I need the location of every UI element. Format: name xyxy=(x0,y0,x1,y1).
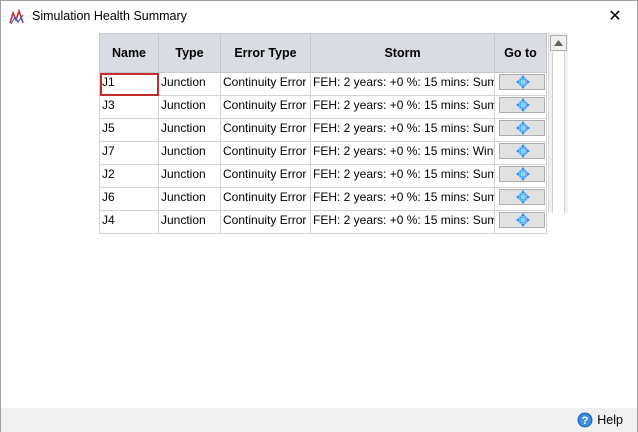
cell-storm[interactable]: FEH: 2 years: +0 %: 15 mins: Summer xyxy=(310,118,495,142)
cell-error-type[interactable]: Continuity Error xyxy=(220,187,311,211)
table-row[interactable]: J6 Junction Continuity Error FEH: 2 years: … xyxy=(99,187,547,211)
cell-storm[interactable]: FEH: 2 years: +0 %: 15 mins: Summer xyxy=(310,72,495,96)
cell-type[interactable]: Junction xyxy=(158,141,221,165)
close-button[interactable]: ✕ xyxy=(593,1,637,32)
table-row[interactable]: J5 Junction Continuity Error FEH: 2 years: … xyxy=(99,118,547,142)
scroll-up-button[interactable] xyxy=(550,35,567,51)
simulation-health-summary-window: Simulation Health Summary ✕ Name Type Er… xyxy=(0,0,638,432)
cell-storm[interactable]: FEH: 2 years: +0 %: 15 mins: Summer xyxy=(310,95,495,119)
column-header-goto[interactable]: Go to xyxy=(494,33,547,73)
cell-name[interactable]: J3 xyxy=(99,95,159,119)
table-row[interactable]: J2 Junction Continuity Error FEH: 2 years: … xyxy=(99,164,547,188)
goto-button[interactable] xyxy=(498,189,545,205)
column-header-type[interactable]: Type xyxy=(158,33,221,73)
close-icon: ✕ xyxy=(608,8,622,25)
cell-storm[interactable]: FEH: 2 years: +0 %: 15 mins: Summer xyxy=(310,210,495,234)
cell-error-type[interactable]: Continuity Error xyxy=(220,118,311,142)
locate-icon xyxy=(515,190,530,204)
cell-name[interactable]: J6 xyxy=(99,187,159,211)
table-row[interactable]: J4 Junction Continuity Error FEH: 2 years: … xyxy=(99,210,547,234)
cell-type[interactable]: Junction xyxy=(158,187,221,211)
header-row: Name Type Error Type Storm Go to xyxy=(99,33,547,73)
help-icon: ? xyxy=(577,412,593,428)
cell-type[interactable]: Junction xyxy=(158,210,221,234)
cell-storm[interactable]: FEH: 2 years: +0 %: 15 mins: Summer xyxy=(310,164,495,188)
cell-name[interactable]: J5 xyxy=(99,118,159,142)
cell-name[interactable]: J1 xyxy=(99,72,159,96)
cell-error-type[interactable]: Continuity Error xyxy=(220,164,311,188)
cell-storm[interactable]: FEH: 2 years: +0 %: 15 mins: Winter xyxy=(310,141,495,165)
cell-name[interactable]: J4 xyxy=(99,210,159,234)
scroll-thumb[interactable] xyxy=(552,52,565,213)
dialog-content: Name Type Error Type Storm Go to J1 Junct… xyxy=(1,32,637,408)
column-header-storm[interactable]: Storm xyxy=(310,33,495,73)
chevron-up-icon xyxy=(554,40,563,46)
cell-type[interactable]: Junction xyxy=(158,118,221,142)
locate-icon xyxy=(515,75,530,89)
help-label: Help xyxy=(597,413,623,427)
cell-goto xyxy=(494,164,547,188)
cell-error-type[interactable]: Continuity Error xyxy=(220,95,311,119)
locate-icon xyxy=(515,167,530,181)
column-header-name[interactable]: Name xyxy=(99,33,159,73)
cell-goto xyxy=(494,141,547,165)
health-grid: Name Type Error Type Storm Go to J1 Junct… xyxy=(99,33,568,234)
cell-goto xyxy=(494,95,547,119)
cell-name[interactable]: J2 xyxy=(99,164,159,188)
cell-error-type[interactable]: Continuity Error xyxy=(220,72,311,96)
title-bar: Simulation Health Summary ✕ xyxy=(1,1,637,32)
simulation-app-icon xyxy=(9,8,25,25)
cell-storm[interactable]: FEH: 2 years: +0 %: 15 mins: Summer xyxy=(310,187,495,211)
help-button[interactable]: ? Help xyxy=(577,411,623,429)
cell-goto xyxy=(494,210,547,234)
footer-bar: ? Help xyxy=(1,408,637,432)
goto-button[interactable] xyxy=(498,97,545,113)
locate-icon xyxy=(515,213,530,227)
cell-goto xyxy=(494,118,547,142)
locate-icon xyxy=(515,98,530,112)
vertical-scrollbar[interactable] xyxy=(548,33,568,213)
goto-button[interactable] xyxy=(498,74,545,90)
cell-error-type[interactable]: Continuity Error xyxy=(220,141,311,165)
table-row[interactable]: J1 Junction Continuity Error FEH: 2 years: … xyxy=(99,72,547,96)
goto-button[interactable] xyxy=(498,212,545,228)
column-header-error-type[interactable]: Error Type xyxy=(220,33,311,73)
cell-error-type[interactable]: Continuity Error xyxy=(220,210,311,234)
window-title: Simulation Health Summary xyxy=(32,9,187,23)
goto-button[interactable] xyxy=(498,143,545,159)
cell-name[interactable]: J7 xyxy=(99,141,159,165)
locate-icon xyxy=(515,144,530,158)
goto-button[interactable] xyxy=(498,120,545,136)
locate-icon xyxy=(515,121,530,135)
cell-goto xyxy=(494,72,547,96)
health-table: Name Type Error Type Storm Go to J1 Junct… xyxy=(99,33,547,234)
svg-text:?: ? xyxy=(582,415,589,427)
cell-type[interactable]: Junction xyxy=(158,72,221,96)
table-row[interactable]: J3 Junction Continuity Error FEH: 2 years: … xyxy=(99,95,547,119)
cell-type[interactable]: Junction xyxy=(158,164,221,188)
cell-goto xyxy=(494,187,547,211)
goto-button[interactable] xyxy=(498,166,545,182)
cell-type[interactable]: Junction xyxy=(158,95,221,119)
table-row[interactable]: J7 Junction Continuity Error FEH: 2 years: … xyxy=(99,141,547,165)
